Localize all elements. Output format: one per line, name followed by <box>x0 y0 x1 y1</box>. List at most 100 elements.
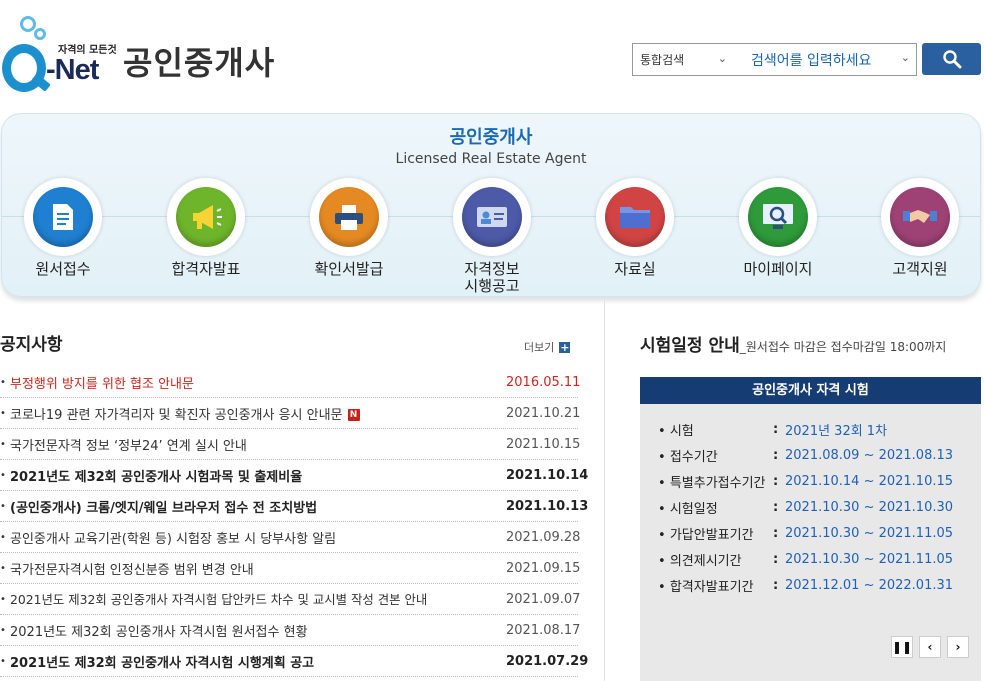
schedule-row: • 시험:2021년 32회 1차 <box>658 419 887 439</box>
notice-text-wrap[interactable]: 코로나19 관련 자가격리자 및 확진자 공인중개사 응시 안내문 N <box>10 404 506 423</box>
schedule-value: 2021.10.30 ~ 2021.10.30 <box>785 499 954 515</box>
megaphone-icon <box>176 187 236 247</box>
colon: : <box>773 421 779 437</box>
bullet-icon: • <box>658 579 666 595</box>
menu-label: 합격자발표 <box>171 260 241 278</box>
bullet-icon: • <box>0 531 6 543</box>
bullet-icon: • <box>658 527 666 543</box>
schedule-key: 시험일정 <box>669 501 718 517</box>
notice-row[interactable]: • 국가전문자격시험 인정신분증 범위 변경 안내 2021.09.15 <box>0 553 581 584</box>
notice-text[interactable]: 2021년도 제32회 공인중개사 시험과목 및 출제비율 <box>10 466 506 485</box>
logo-dot <box>34 28 46 40</box>
bullet-icon: • <box>0 655 6 667</box>
colon: : <box>773 525 779 541</box>
search-icon <box>942 50 961 69</box>
notice-text[interactable]: 국가전문자격 정보 ‘정부24’ 연계 실시 안내 <box>10 435 506 454</box>
schedule-key-wrap: • 특별추가접수기간 <box>658 472 773 491</box>
more-link[interactable]: 더보기 + <box>524 339 571 355</box>
folder-icon <box>605 187 665 247</box>
notice-row[interactable]: • 2021년도 제32회 공인중개사 시험과목 및 출제비율 2021.10.14 <box>0 460 589 491</box>
logo-brand: -Net <box>46 54 99 86</box>
notice-row[interactable]: • 2021년도 제32회 공인중개사 자격시험 시행계획 공고 2021.07.2… <box>0 646 588 677</box>
colon: : <box>773 499 779 515</box>
search-input[interactable]: 검색어를 입력하세요 ⌄ <box>723 50 916 70</box>
pause-button[interactable]: ❚❚ <box>891 636 913 658</box>
notice-row[interactable]: • 부정행위 방지를 위한 협조 안내문 2016.05.11 <box>0 367 581 398</box>
notice-text[interactable]: 2021년도 제32회 공인중개사 자격시험 답안카드 차수 및 교시별 작성 … <box>10 590 506 608</box>
schedule-key: 합격자발표기간 <box>669 579 754 595</box>
schedule-key-wrap: • 합격자발표기간 <box>658 576 773 595</box>
schedule-row: • 가답안발표기간:2021.10.30 ~ 2021.11.05 <box>658 523 953 543</box>
notice-date: 2021.08.17 <box>506 622 581 638</box>
notice-row[interactable]: • 공인중개사 교육기관(학원 등) 시험장 홍보 시 당부사항 알림 2021.0… <box>0 522 580 553</box>
notice-text[interactable]: 2021년도 제32회 공인중개사 자격시험 원서접수 현황 <box>10 621 506 640</box>
bullet-icon: • <box>658 449 666 465</box>
colon: : <box>773 577 779 593</box>
schedule-key: 시험 <box>669 423 694 439</box>
notice-date: 2021.09.15 <box>506 560 581 576</box>
menu-archive[interactable]: 자료실 <box>575 178 695 278</box>
menu-results[interactable]: 합격자발표 <box>146 178 266 278</box>
menu-qualification-info[interactable]: 자격정보 시행공고 <box>432 178 552 295</box>
schedule-key: 접수기간 <box>669 449 718 465</box>
search-placeholder: 검색어를 입력하세요 <box>751 52 872 69</box>
notice-row[interactable]: • 코로나19 관련 자가격리자 및 확진자 공인중개사 응시 안내문 N 2021.… <box>0 398 581 429</box>
schedule-value: 2021년 32회 1차 <box>785 423 888 439</box>
notice-text[interactable]: 공인중개사 교육기관(학원 등) 시험장 홍보 시 당부사항 알림 <box>10 528 506 547</box>
notice-date: 2021.10.14 <box>506 467 589 483</box>
notice-row[interactable]: • 2021년도 제32회 공인중개사 자격시험 원서접수 현황 2021.08.1… <box>0 615 581 646</box>
menu-label: 고객지원 <box>892 260 948 278</box>
notice-date: 2016.05.11 <box>506 374 581 390</box>
hero-subtitle: Licensed Real Estate Agent <box>395 151 587 167</box>
logo-dot <box>20 16 36 32</box>
notice-row[interactable]: • (공인중개사) 크롬/엣지/웨일 브라우저 접수 전 조치방법 2021.10.… <box>0 491 589 522</box>
schedule-key-wrap: • 시험 <box>658 420 773 439</box>
menu-label: 확인서발급 <box>314 260 384 278</box>
schedule-row: • 합격자발표기간:2021.12.01 ~ 2022.01.31 <box>658 575 953 595</box>
menu-icon-ring <box>453 178 531 256</box>
bullet-icon: • <box>0 562 6 574</box>
schedule-value: 2021.10.30 ~ 2021.11.05 <box>785 525 954 541</box>
notice-text[interactable]: 부정행위 방지를 위한 협조 안내문 <box>10 373 506 392</box>
next-button[interactable]: › <box>947 636 969 658</box>
notice-text[interactable]: (공인중개사) 크롬/엣지/웨일 브라우저 접수 전 조치방법 <box>10 497 506 516</box>
schedule-key-wrap: • 시험일정 <box>658 498 773 517</box>
document-icon <box>33 187 93 247</box>
menu-label: 원서접수 <box>35 260 91 278</box>
search-button[interactable] <box>922 43 981 75</box>
schedule-row: • 의견제시기간:2021.10.30 ~ 2021.11.05 <box>658 549 953 569</box>
bullet-icon: • <box>0 469 6 481</box>
notice-list: • 부정행위 방지를 위한 협조 안내문 2016.05.11 • 코로나19 관련 … <box>0 367 589 677</box>
schedule-key: 특별추가접수기간 <box>669 475 766 491</box>
more-label: 더보기 <box>524 341 555 354</box>
notice-text[interactable]: 2021년도 제32회 공인중개사 자격시험 시행계획 공고 <box>10 652 506 671</box>
site-title[interactable]: 공인중개사 <box>123 38 275 84</box>
schedule-row: • 접수기간:2021.08.09 ~ 2021.08.13 <box>658 445 953 465</box>
prev-button[interactable]: ‹ <box>919 636 941 658</box>
notice-text[interactable]: 국가전문자격시험 인정신분증 범위 변경 안내 <box>10 559 506 578</box>
monitor-icon <box>748 187 808 247</box>
notice-date: 2021.10.13 <box>506 498 589 514</box>
menu-mypage[interactable]: 마이페이지 <box>718 178 838 278</box>
column-divider <box>604 300 605 681</box>
menu-support[interactable]: 고객지원 <box>860 178 980 278</box>
schedule-row: • 시험일정:2021.10.30 ~ 2021.10.30 <box>658 497 953 517</box>
bullet-icon: • <box>658 423 666 439</box>
bullet-icon: • <box>0 500 6 512</box>
chevron-left-icon: ‹ <box>927 640 933 654</box>
notice-row[interactable]: • 국가전문자격 정보 ‘정부24’ 연계 실시 안내 2021.10.15 <box>0 429 581 460</box>
search-scope-select[interactable]: 통합검색 ⌄ <box>633 44 727 75</box>
menu-label: 자료실 <box>614 260 656 278</box>
menu-certificate[interactable]: 확인서발급 <box>289 178 409 278</box>
notice-date: 2021.10.21 <box>506 405 581 421</box>
bullet-icon: • <box>0 593 6 605</box>
search-bar: 통합검색 ⌄ 검색어를 입력하세요 ⌄ <box>632 43 917 76</box>
bullet-icon: • <box>0 438 6 450</box>
header: 자격의 모든것 -Net 공인중개사 통합검색 ⌄ 검색어를 입력하세요 ⌄ <box>0 0 984 110</box>
menu-application[interactable]: 원서접수 <box>3 178 123 278</box>
notice-row[interactable]: • 2021년도 제32회 공인중개사 자격시험 답안카드 차수 및 교시별 작성… <box>0 584 580 615</box>
bullet-icon: • <box>0 407 6 419</box>
schedule-heading: 시험일정 안내 <box>640 336 740 356</box>
notice-date: 2021.10.15 <box>506 436 581 452</box>
qnet-logo[interactable]: 자격의 모든것 -Net <box>0 12 117 92</box>
